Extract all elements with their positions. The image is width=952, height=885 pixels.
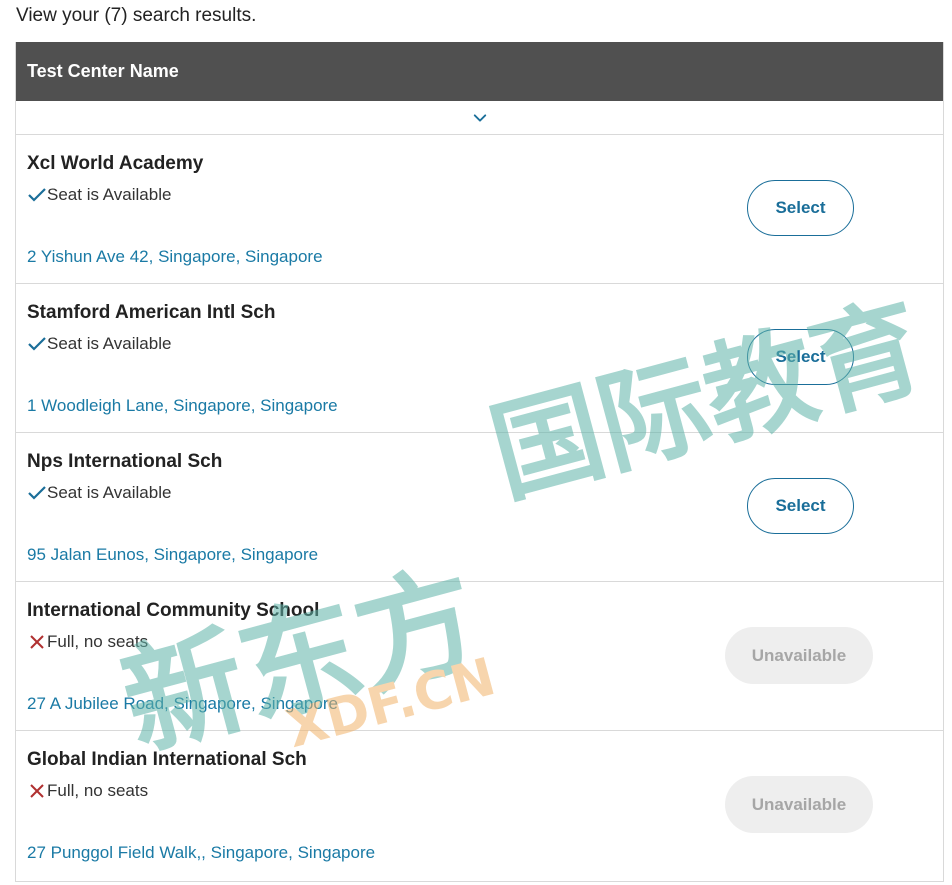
seat-status: Full, no seats [27,632,148,652]
test-center-address-link[interactable]: 1 Woodleigh Lane, Singapore, Singapore [27,396,338,416]
chevron-down-icon[interactable] [473,111,487,125]
checkmark-icon [27,186,46,205]
results-heading: View your (7) search results. [16,5,257,26]
checkmark-icon [27,335,46,354]
test-center-name: International Community School [27,600,320,621]
table-row: Nps International Sch Seat is Available … [16,433,943,582]
table-header: Test Center Name [16,42,943,101]
seat-status-label: Full, no seats [47,781,149,800]
seat-status-label: Seat is Available [47,334,172,353]
unavailable-button: Unavailable [725,776,873,833]
select-button[interactable]: Select [747,329,854,385]
cross-icon [27,633,46,652]
table-row: International Community School Full, no … [16,582,943,731]
test-center-address-link[interactable]: 2 Yishun Ave 42, Singapore, Singapore [27,247,323,267]
seat-status: Seat is Available [27,334,171,354]
table-row: Stamford American Intl Sch Seat is Avail… [16,284,943,433]
select-button[interactable]: Select [747,180,854,236]
cross-icon [27,782,46,801]
unavailable-button: Unavailable [725,627,873,684]
page: View your (7) search results. Test Cente… [0,0,952,885]
test-center-address-link[interactable]: 27 Punggol Field Walk,, Singapore, Singa… [27,843,375,863]
seat-status: Full, no seats [27,781,148,801]
results-table: Test Center Name Xcl World Academy Seat … [15,42,944,882]
test-center-name: Global Indian International Sch [27,749,307,770]
seat-status: Seat is Available [27,483,171,503]
table-row: Xcl World Academy Seat is Available 2 Yi… [16,135,943,284]
checkmark-icon [27,484,46,503]
seat-status-label: Full, no seats [47,632,149,651]
table-row: Global Indian International Sch Full, no… [16,731,943,881]
column-header-test-center-name: Test Center Name [27,61,179,81]
select-button[interactable]: Select [747,478,854,534]
sort-row [16,101,943,135]
test-center-address-link[interactable]: 27 A Jubilee Road, Singapore, Singapore [27,694,338,714]
seat-status: Seat is Available [27,185,171,205]
seat-status-label: Seat is Available [47,185,172,204]
test-center-name: Stamford American Intl Sch [27,302,276,323]
test-center-name: Nps International Sch [27,451,223,472]
test-center-name: Xcl World Academy [27,153,204,174]
seat-status-label: Seat is Available [47,483,172,502]
test-center-address-link[interactable]: 95 Jalan Eunos, Singapore, Singapore [27,545,318,565]
